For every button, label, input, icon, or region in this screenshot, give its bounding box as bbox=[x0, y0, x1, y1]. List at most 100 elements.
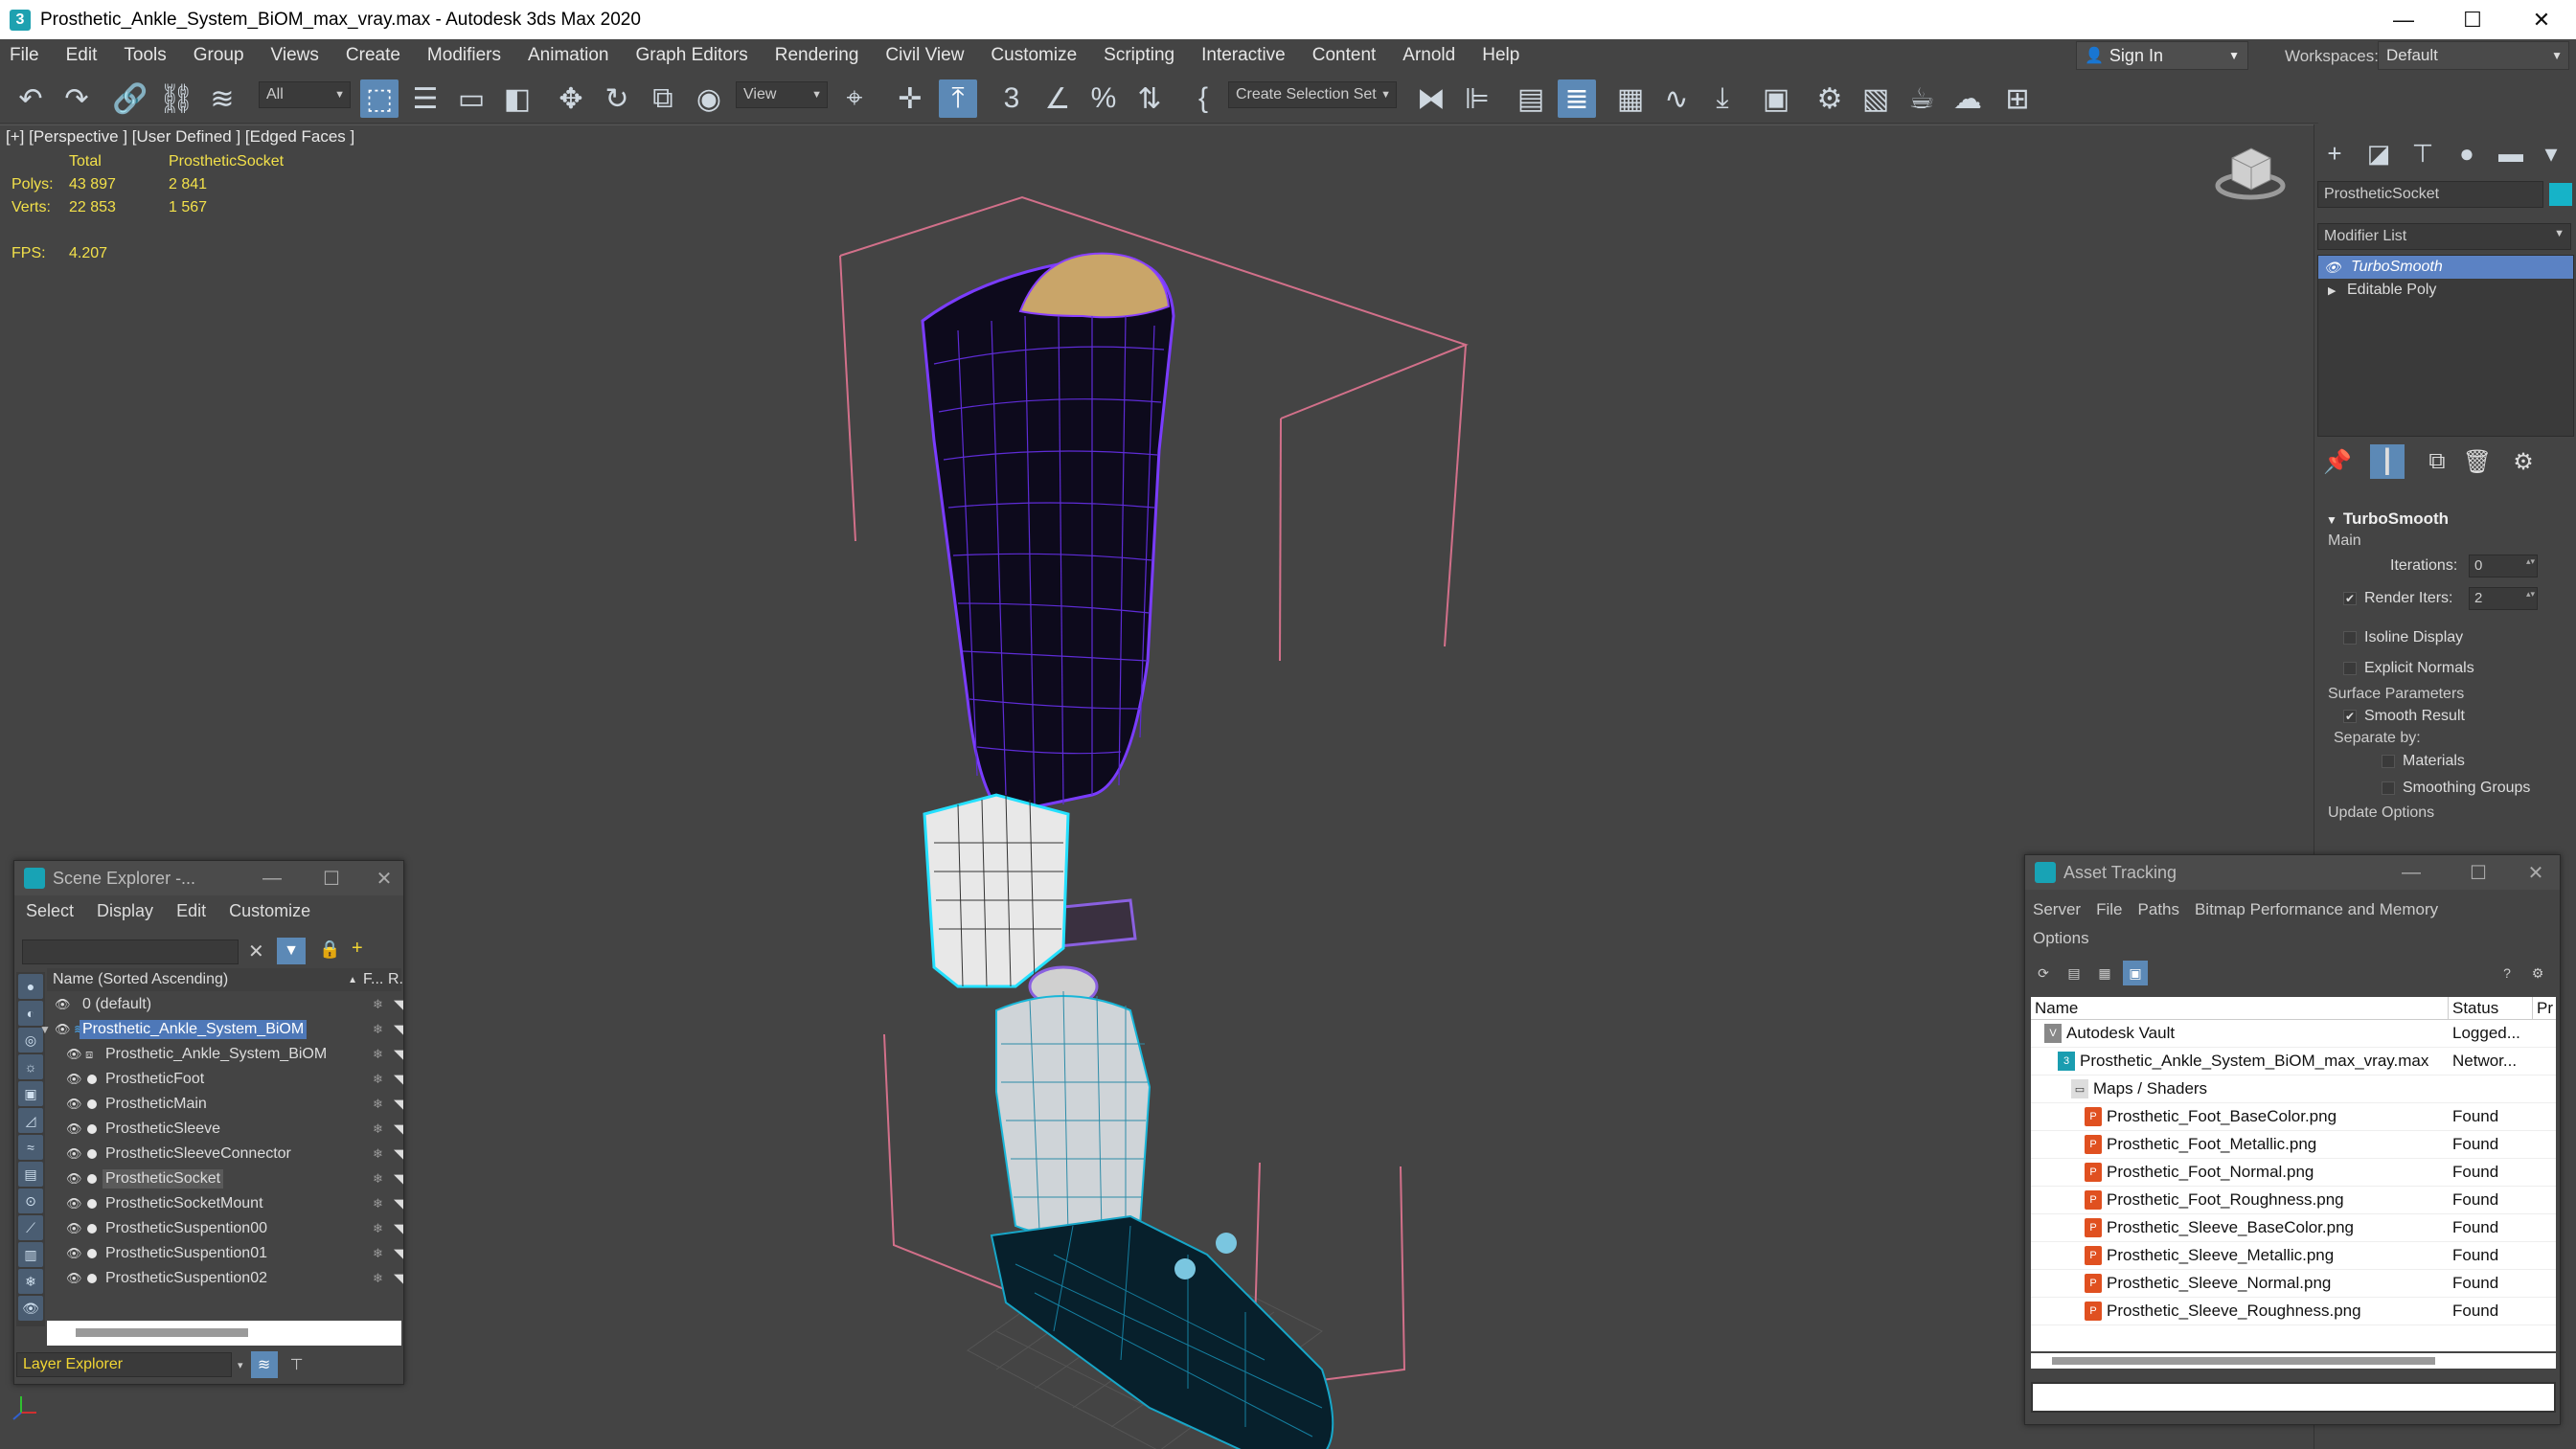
freeze-icon[interactable]: ❄ bbox=[373, 1072, 383, 1087]
rollout-title[interactable]: ▼ TurboSmooth bbox=[2320, 504, 2571, 532]
scene-explorer-menu-item[interactable]: Display bbox=[85, 901, 165, 921]
asset-row[interactable]: P Prosthetic_Foot_Roughness.png Found bbox=[2031, 1187, 2556, 1214]
visibility-eye-icon[interactable]: 👁 bbox=[66, 1146, 82, 1162]
menu-item[interactable]: Civil View bbox=[872, 45, 977, 66]
status-column-header[interactable]: Status bbox=[2449, 997, 2533, 1019]
display-frozen-icon[interactable]: ❄ bbox=[18, 1269, 43, 1294]
hierarchy-tab-icon[interactable]: ⊤ bbox=[2405, 136, 2441, 170]
freeze-icon[interactable]: ❄ bbox=[373, 1246, 383, 1261]
asset-tracking-menu-item[interactable]: Paths bbox=[2130, 900, 2186, 918]
close-button[interactable]: ✕ bbox=[2507, 0, 2576, 39]
tree-view-icon[interactable]: ▣ bbox=[2123, 961, 2148, 985]
select-manipulate-icon[interactable]: ✛ bbox=[891, 79, 929, 118]
angle-snap-icon[interactable]: ∠ bbox=[1038, 79, 1077, 118]
menu-item[interactable]: Group bbox=[180, 45, 258, 66]
name-column-header[interactable]: Name bbox=[2031, 997, 2449, 1019]
scene-tree-row[interactable]: 👁 0 (default) ❄ ◥ bbox=[47, 992, 403, 1017]
search-input[interactable] bbox=[22, 940, 239, 964]
horizontal-scrollbar[interactable] bbox=[47, 1321, 401, 1346]
renderable-icon[interactable]: ◥ bbox=[394, 1047, 403, 1062]
renderable-icon[interactable]: ◥ bbox=[394, 1171, 403, 1187]
display-bones-icon[interactable]: ⟋ bbox=[18, 1215, 43, 1240]
asset-row[interactable]: P Prosthetic_Sleeve_Roughness.png Found bbox=[2031, 1298, 2556, 1325]
remove-modifier-icon[interactable]: 🗑 bbox=[2460, 444, 2495, 479]
freeze-icon[interactable]: ❄ bbox=[373, 1022, 383, 1037]
asset-row[interactable]: ▭ Maps / Shaders bbox=[2031, 1075, 2556, 1103]
scene-tree-row[interactable]: 👁 ProstheticSocket ❄ ◥ bbox=[47, 1166, 403, 1191]
renderable-icon[interactable]: ◥ bbox=[394, 1097, 403, 1112]
asset-row[interactable]: V Autodesk Vault Logged... bbox=[2031, 1020, 2556, 1048]
sort-by-layer-icon[interactable]: ≋ bbox=[250, 1351, 278, 1378]
asset-row[interactable]: P Prosthetic_Foot_Metallic.png Found bbox=[2031, 1131, 2556, 1159]
align-icon[interactable]: ⊫ bbox=[1458, 79, 1496, 118]
scene-explorer-menu-item[interactable]: Edit bbox=[165, 901, 217, 921]
display-xrefs-icon[interactable]: ⊙ bbox=[18, 1189, 43, 1213]
curve-editor-icon[interactable]: ∿ bbox=[1657, 79, 1696, 118]
unlink-icon[interactable]: ⛓ bbox=[157, 79, 195, 118]
menu-item[interactable]: Interactive bbox=[1188, 45, 1299, 66]
visibility-eye-icon[interactable]: 👁 bbox=[66, 1271, 82, 1286]
menu-item[interactable]: Animation bbox=[514, 45, 623, 66]
close-button[interactable]: ✕ bbox=[365, 867, 403, 891]
maximize-button[interactable]: ☐ bbox=[2445, 861, 2512, 885]
asset-row[interactable]: P Prosthetic_Sleeve_BaseColor.png Found bbox=[2031, 1214, 2556, 1242]
chevron-down-icon[interactable]: ▾ bbox=[238, 1359, 243, 1371]
render-in-cloud-icon[interactable]: ⊞ bbox=[1998, 79, 2037, 118]
visibility-eye-icon[interactable]: 👁 bbox=[66, 1097, 82, 1112]
horizontal-scrollbar[interactable] bbox=[2031, 1353, 2556, 1369]
visibility-eye-icon[interactable]: 👁 bbox=[55, 997, 71, 1012]
display-lights-icon[interactable]: ☼ bbox=[18, 1054, 43, 1079]
renderable-icon[interactable]: ◥ bbox=[394, 1146, 403, 1162]
select-by-name-icon[interactable]: ☰ bbox=[406, 79, 445, 118]
asset-row[interactable]: P Prosthetic_Sleeve_Normal.png Found bbox=[2031, 1270, 2556, 1298]
clear-icon[interactable]: ✕ bbox=[248, 940, 264, 963]
renderable-icon[interactable]: ◥ bbox=[394, 997, 403, 1012]
renderable-icon[interactable]: ◥ bbox=[394, 1196, 403, 1211]
maximize-button[interactable]: ☐ bbox=[2438, 0, 2507, 39]
menu-item[interactable]: Views bbox=[258, 45, 332, 66]
freeze-icon[interactable]: ❄ bbox=[373, 1196, 383, 1211]
render-column-header[interactable]: R. bbox=[388, 971, 403, 988]
table-view-icon[interactable]: ▦ bbox=[2092, 961, 2117, 985]
viewport-label[interactable]: [+] [Perspective ] [User Defined ] [Edge… bbox=[6, 127, 354, 147]
material-editor-icon[interactable]: ▣ bbox=[1757, 79, 1795, 118]
ribbon-toggle-icon[interactable]: ▦ bbox=[1611, 79, 1650, 118]
expand-triangle-icon[interactable]: ▶ bbox=[2324, 284, 2343, 297]
renderable-icon[interactable]: ◥ bbox=[394, 1022, 403, 1037]
materials-checkbox[interactable] bbox=[2382, 755, 2395, 768]
undo-icon[interactable]: ↶ bbox=[11, 79, 50, 118]
menu-item[interactable]: Customize bbox=[977, 45, 1090, 66]
minimize-button[interactable]: — bbox=[2369, 0, 2438, 39]
display-none-icon[interactable]: ● bbox=[18, 974, 43, 999]
menu-item[interactable]: Graph Editors bbox=[623, 45, 762, 66]
menu-item[interactable]: Arnold bbox=[1389, 45, 1469, 66]
name-column-header[interactable]: Name (Sorted Ascending) bbox=[47, 971, 348, 988]
renderable-icon[interactable]: ◥ bbox=[394, 1121, 403, 1137]
named-selection-set-select[interactable]: Create Selection Set ▼ bbox=[1228, 81, 1397, 108]
scene-tree-row[interactable]: 👁 ProstheticSuspention00 ❄ ◥ bbox=[47, 1216, 403, 1241]
render-activeshade-icon[interactable]: ☁ bbox=[1949, 79, 1987, 118]
create-tab-icon[interactable]: + bbox=[2316, 136, 2353, 170]
spinner-snap-icon[interactable]: ⇅ bbox=[1130, 79, 1169, 118]
scene-tree-row[interactable]: 👁 ProstheticMain ❄ ◥ bbox=[47, 1092, 403, 1117]
menu-item[interactable]: Tools bbox=[110, 45, 179, 66]
scale-icon[interactable]: ⧉ bbox=[644, 79, 682, 118]
lock-icon[interactable]: 🔒 bbox=[319, 940, 340, 960]
options-icon[interactable]: ⚙ bbox=[2525, 961, 2550, 985]
layer-explorer-toggle-icon[interactable]: ≣ bbox=[1558, 79, 1596, 118]
link-icon[interactable]: 🔗 bbox=[111, 79, 149, 118]
move-icon[interactable]: ✥ bbox=[552, 79, 590, 118]
percent-snap-icon[interactable]: % bbox=[1084, 79, 1123, 118]
visibility-eye-icon[interactable]: 👁 bbox=[66, 1221, 82, 1236]
maximize-button[interactable]: ☐ bbox=[298, 867, 365, 891]
object-name-field[interactable]: ProstheticSocket bbox=[2317, 181, 2543, 208]
select-object-icon[interactable]: ⬚ bbox=[360, 79, 399, 118]
extra-column-header[interactable]: Pr bbox=[2533, 997, 2556, 1019]
render-setup-icon[interactable]: ⚙ bbox=[1811, 79, 1849, 118]
freeze-icon[interactable]: ❄ bbox=[373, 1221, 383, 1236]
show-end-result-icon[interactable]: ┃ bbox=[2370, 444, 2405, 479]
rendered-frame-window-icon[interactable]: ▧ bbox=[1857, 79, 1895, 118]
asset-path-field[interactable] bbox=[2031, 1382, 2556, 1413]
workspace-select[interactable]: Default ▼ bbox=[2378, 41, 2569, 70]
reference-coordinate-select[interactable]: View ▼ bbox=[736, 81, 828, 108]
